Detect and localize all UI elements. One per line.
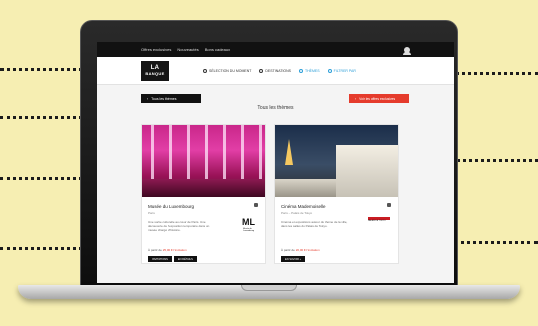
card-price: À partir de 25,00 € l'invitation	[148, 248, 187, 252]
partner-name: Musée du Luxembourg	[243, 228, 255, 232]
card-actions: INVITATIONS EN DÉTAILS	[148, 256, 197, 262]
user-icon[interactable]	[403, 46, 411, 55]
topbar-link-new[interactable]: Nouveautés	[177, 47, 198, 52]
site-logo[interactable]: LA BANQUE	[141, 60, 169, 81]
tag-icon	[299, 68, 304, 73]
nav-item-themes[interactable]: THÈMES	[299, 68, 320, 73]
eye-icon	[203, 68, 207, 73]
building-shape	[275, 179, 345, 197]
partner-logo: PALAIS DE TOKYO	[368, 217, 390, 223]
exclusive-offers-button[interactable]: ‹ Voir les offres exclusives	[349, 94, 409, 103]
laptop-notch	[241, 285, 297, 291]
nav-item-selection[interactable]: SÉLECTION DU MOMENT	[203, 68, 252, 73]
details-button[interactable]: EN DÉTAILS	[173, 256, 197, 262]
card-subtitle: Paris – Palais de Tokyo	[281, 211, 313, 215]
price-link[interactable]: 25,00 € l'invitation	[163, 248, 187, 252]
cinema-photo	[275, 125, 398, 197]
building-shape	[336, 145, 398, 197]
nav-item-label: THÈMES	[305, 68, 320, 73]
arrow-left-icon: ‹	[147, 96, 149, 101]
nav-item-label: DESTINATIONS	[265, 68, 292, 73]
laptop-screen: Offres exclusives Nouveautés Bons cadeau…	[97, 42, 454, 283]
card-description: Cinéma et expositions autour du thème de…	[281, 220, 348, 228]
partner-name: PALAIS DE TOKYO	[368, 220, 386, 222]
button-row: ‹ Tous les thèmes ‹ Voir les offres excl…	[97, 90, 454, 110]
arrow-left-icon: ‹	[355, 96, 357, 101]
top-bar: Offres exclusives Nouveautés Bons cadeau…	[97, 42, 454, 57]
heart-icon[interactable]	[387, 203, 391, 207]
learn-more-button[interactable]: EN SAVOIR +	[281, 256, 306, 262]
all-themes-button-label: Tous les thèmes	[151, 96, 177, 101]
event-card[interactable]: Musée du Luxembourg Paris Une sortie cul…	[141, 124, 266, 264]
card-list: Musée du Luxembourg Paris Une sortie cul…	[141, 124, 409, 264]
map-icon	[259, 68, 264, 73]
topbar-link-gifts[interactable]: Bons cadeaux	[205, 47, 230, 52]
event-card[interactable]: Cinéma Mademoiselle Paris – Palais de To…	[274, 124, 399, 264]
exclusive-offers-button-label: Voir les offres exclusives	[359, 96, 396, 101]
main-navbar: LA BANQUE SÉLECTION DU MOMENT DESTINATIO…	[97, 57, 454, 85]
bookmark-icon[interactable]	[254, 203, 258, 207]
invitations-button[interactable]: INVITATIONS	[148, 256, 172, 262]
card-price: À partir de 20,00 € l'invitation	[281, 248, 320, 252]
price-prefix: À partir de	[281, 248, 295, 252]
partner-logo: ML	[242, 217, 255, 227]
card-subtitle: Paris	[148, 211, 155, 215]
card-actions: EN SAVOIR +	[281, 256, 306, 262]
museum-photo	[142, 125, 265, 197]
nav-item-destinations[interactable]: DESTINATIONS	[259, 68, 292, 73]
nav-item-filter[interactable]: FILTRER PAR	[327, 68, 356, 73]
nav-item-label: FILTRER PAR	[333, 68, 356, 73]
nav-item-label: SÉLECTION DU MOMENT	[209, 68, 252, 73]
all-themes-button[interactable]: ‹ Tous les thèmes	[141, 94, 201, 103]
topbar-link-offers[interactable]: Offres exclusives	[141, 47, 171, 52]
card-title: Musée du Luxembourg	[148, 204, 195, 209]
card-title: Cinéma Mademoiselle	[281, 204, 326, 209]
logo-bottom-text: BANQUE	[145, 71, 165, 76]
filter-icon	[327, 68, 332, 73]
price-prefix: À partir de	[148, 248, 162, 252]
eiffel-tower-shape	[285, 139, 293, 165]
card-description: Une sortie culturelle au cœur de Paris. …	[148, 220, 210, 232]
price-link[interactable]: 20,00 € l'invitation	[296, 248, 320, 252]
